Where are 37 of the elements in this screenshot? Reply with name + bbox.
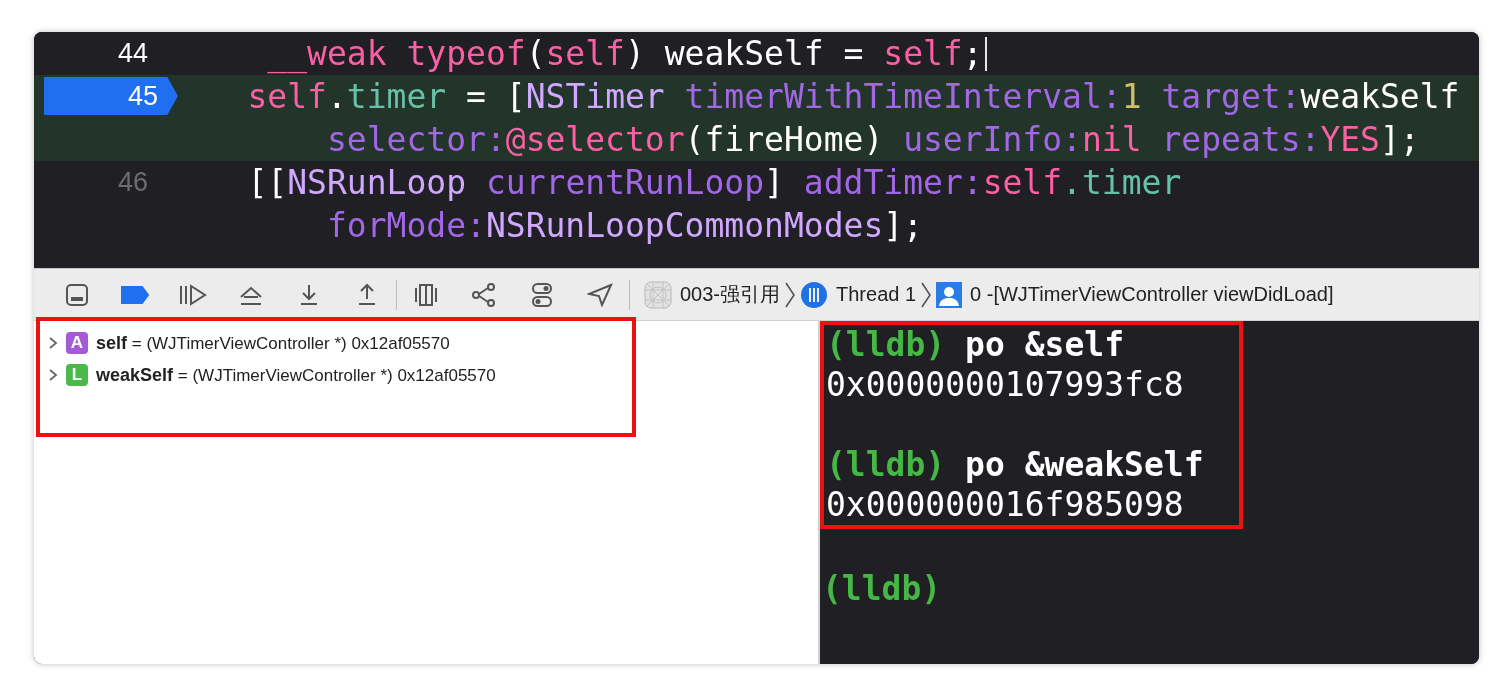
breakpoint-icon [121,285,149,304]
breadcrumb[interactable]: 003-强引用 [640,280,785,309]
instruction-pointer: 45 [44,77,178,115]
app-icon [644,280,672,309]
view-debugger-icon [413,282,439,307]
code-text: selector:@selector(fireHome) userInfo:nil repeats:YES]; [325,119,1420,161]
console-output: 0x000000016f985098 [826,485,1185,525]
variable-badge: A [66,332,88,354]
user-frame-icon [936,281,963,308]
breadcrumb[interactable]: Thread 1 [796,280,921,309]
location-arrow-icon [587,282,613,307]
disclosure-icon[interactable] [48,368,58,382]
disclosure-icon[interactable] [48,336,58,350]
thread-icon [800,280,829,309]
memory-graph-icon [471,282,497,307]
variable-badge: L [66,364,88,386]
console-command: (lldb) po &weakSelf [826,445,1205,485]
console-output: 0x0000000107993fc8 [826,365,1185,405]
code-text: [[NSRunLoop currentRunLoop] addTimer:self.timer [246,162,1182,204]
line-number: 46 [117,166,149,199]
line-number: 44 [117,37,149,70]
breadcrumb[interactable]: 0 -[WJTimerViewController viewDidLoad] [932,281,1338,308]
chevron-icon [784,280,797,309]
console-command: (lldb) po &self [826,325,1126,365]
step-out-icon [356,282,378,307]
code-text: forMode:NSRunLoopCommonModes]; [325,205,923,247]
code-text: __weak typeof(self) weakSelf = self; [266,33,983,75]
variable-entry: weakSelf = (WJTimerViewController *) 0x12af05570 [96,364,496,386]
console-toggle-icon [65,282,89,307]
variable-entry: self = (WJTimerViewController *) 0x12af05570 [96,332,450,354]
continue-icon [179,283,207,306]
code-text: self.timer = [NSTimer timerWithTimeInterval:1 target:weakSelf [246,76,1460,118]
console-command: (lldb) [822,569,943,609]
text-cursor [984,36,987,71]
toggle-switches-icon [531,281,553,308]
chevron-icon [920,280,933,309]
step-into-icon [298,282,320,307]
